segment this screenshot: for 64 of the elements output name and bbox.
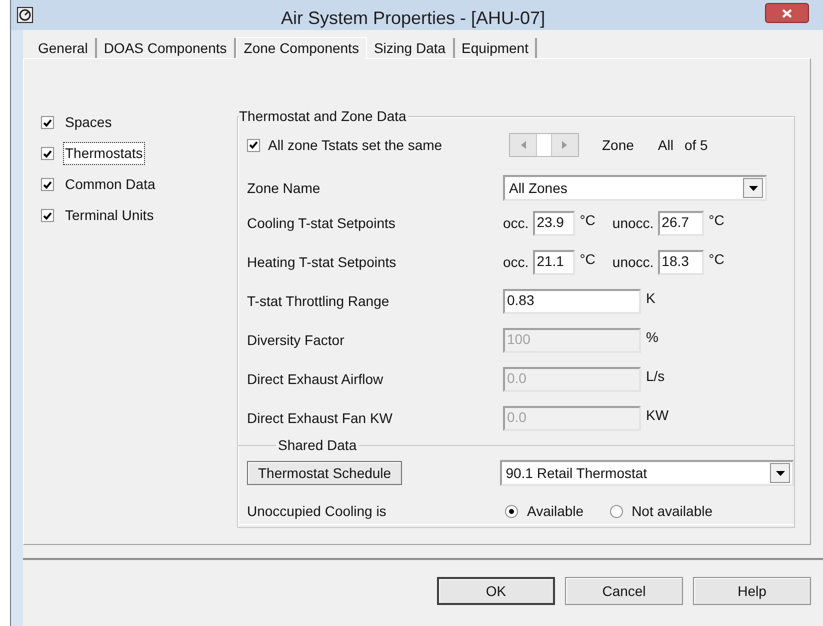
checkbox-label[interactable]: Spaces xyxy=(64,112,113,133)
occ-label: occ. xyxy=(503,252,529,272)
unit-label: °C xyxy=(708,250,724,269)
unit-label: % xyxy=(646,328,658,347)
zone-value: All xyxy=(658,136,674,154)
checkbox-label[interactable]: Terminal Units xyxy=(64,205,155,226)
thermostat-schedule-button[interactable]: Thermostat Schedule xyxy=(247,461,402,485)
right-arrow-icon xyxy=(562,141,568,149)
field-label: Unoccupied Cooling is xyxy=(247,502,388,521)
unit-label: °C xyxy=(708,211,724,230)
input-field[interactable]: 21.1 xyxy=(532,250,575,274)
radio-button[interactable] xyxy=(505,504,518,518)
unocc-label: unocc. xyxy=(612,252,654,272)
close-button[interactable] xyxy=(765,3,809,23)
checkmark-icon xyxy=(249,141,258,149)
field-label: Direct Exhaust Airflow xyxy=(247,370,384,388)
input-field[interactable]: 18.3 xyxy=(658,250,704,274)
checkmark-icon xyxy=(43,118,52,126)
checkbox[interactable] xyxy=(41,209,54,222)
input-field[interactable]: 0.83 xyxy=(503,288,641,314)
tab[interactable]: Zone Components xyxy=(236,37,367,59)
unit-label: L/s xyxy=(646,367,665,386)
unit-label: KW xyxy=(646,406,669,425)
checkbox[interactable] xyxy=(41,178,54,191)
field-label: Diversity Factor xyxy=(247,330,346,350)
zone-name-dropdown[interactable]: All Zones xyxy=(503,175,767,201)
field-label: Zone Name xyxy=(247,178,322,198)
unit-label: °C xyxy=(580,250,596,269)
tab[interactable]: General xyxy=(31,38,97,58)
unit-label: °C xyxy=(580,211,596,230)
unit-label: K xyxy=(646,289,656,308)
field-label: Heating T-stat Setpoints xyxy=(247,252,398,272)
input-field[interactable]: 26.7 xyxy=(658,210,704,236)
schedule-dropdown[interactable]: 90.1 Retail Thermostat xyxy=(500,460,794,486)
checkbox-label[interactable]: Thermostats xyxy=(64,143,144,164)
window-title: Air System Properties - [AHU-07] xyxy=(281,7,546,30)
checkbox[interactable] xyxy=(41,147,54,160)
input-field[interactable]: 23.9 xyxy=(532,210,575,236)
field-label: Cooling T-stat Setpoints xyxy=(247,214,396,233)
checkmark-icon xyxy=(43,180,52,188)
checkmark-icon xyxy=(43,212,52,220)
occ-label: occ. xyxy=(503,214,529,232)
radio-button[interactable] xyxy=(610,504,623,518)
checkbox-label[interactable]: All zone Tstats set the same xyxy=(268,134,442,156)
field-label: T-stat Throttling Range xyxy=(247,292,390,311)
unocc-label: unocc. xyxy=(612,214,654,232)
field-label: Direct Exhaust Fan KW xyxy=(247,408,394,428)
checkbox-label[interactable]: Common Data xyxy=(64,174,156,195)
dialog-button[interactable]: OK xyxy=(437,577,555,605)
zone-label: Zone xyxy=(602,136,634,154)
tab[interactable]: Sizing Data xyxy=(366,38,455,58)
checkmark-icon xyxy=(43,150,52,158)
checkbox[interactable] xyxy=(247,138,260,152)
dialog-button[interactable]: Cancel xyxy=(565,577,683,605)
checkbox[interactable] xyxy=(41,116,54,129)
tab[interactable]: Equipment xyxy=(454,38,538,58)
close-icon xyxy=(782,8,792,18)
radio-label[interactable]: Not available xyxy=(632,500,712,522)
zone-count: of 5 xyxy=(684,136,708,154)
left-arrow-icon xyxy=(520,141,526,149)
zone-spinner[interactable] xyxy=(509,133,579,157)
dialog-button[interactable]: Help xyxy=(693,577,811,605)
radio-label[interactable]: Available xyxy=(527,500,584,522)
app-icon xyxy=(17,7,33,23)
